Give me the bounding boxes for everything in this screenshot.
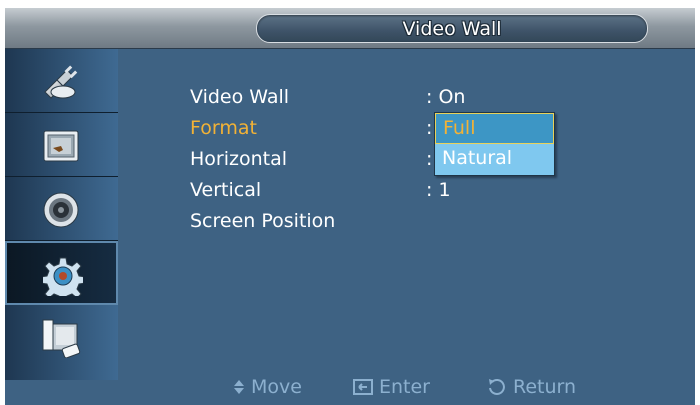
gear-icon: [43, 257, 83, 296]
menu-label-video-wall[interactable]: Video Wall: [190, 86, 289, 108]
footer-tab-shape: [5, 364, 695, 380]
footer-strip: [5, 380, 695, 405]
sidebar-item-input[interactable]: [5, 49, 118, 113]
sidebar-item-sound[interactable]: [5, 177, 118, 241]
speaker-icon: [43, 192, 79, 228]
footer-return: Return: [487, 376, 576, 398]
menu-value-horizontal: :: [426, 148, 433, 170]
footer-enter: Enter: [353, 376, 430, 398]
menu-content: Video Wall : On Format : Horizontal : Ve…: [118, 49, 695, 380]
sidebar: [5, 49, 118, 380]
menu-title: Video Wall: [402, 17, 502, 40]
footer-enter-label: Enter: [379, 376, 430, 398]
title-bar: Video Wall: [5, 8, 695, 49]
input-plug-icon: [44, 65, 78, 99]
footer-bar: Move Enter Return: [5, 364, 695, 405]
menu-label-screen-position[interactable]: Screen Position: [190, 210, 335, 232]
picture-icon: [43, 130, 79, 162]
format-dropdown[interactable]: Full Natural: [434, 112, 555, 176]
menu-value-video-wall: : On: [426, 86, 466, 108]
footer-move-label: Move: [251, 376, 302, 398]
enter-icon: [353, 379, 373, 395]
footer-move: Move: [233, 376, 302, 398]
sidebar-item-picture[interactable]: [5, 113, 118, 177]
menu-value-vertical: : 1: [426, 179, 451, 201]
title-pill: Video Wall: [256, 14, 648, 43]
dropdown-option-natural[interactable]: Natural: [435, 144, 554, 175]
return-icon: [489, 379, 505, 395]
display-remote-icon: [42, 319, 81, 358]
osd-menu: Video Wall Video Wall: On Format: Hori…: [5, 8, 695, 380]
menu-label-vertical[interactable]: Vertical: [190, 179, 261, 201]
updown-arrow-icon: [234, 380, 244, 394]
menu-label-horizontal[interactable]: Horizontal: [190, 148, 287, 170]
menu-value-format: :: [426, 117, 433, 139]
footer-return-label: Return: [513, 376, 577, 398]
menu-label-format[interactable]: Format: [190, 117, 257, 139]
dropdown-option-full[interactable]: Full: [435, 113, 554, 144]
sidebar-item-setup[interactable]: [5, 241, 118, 305]
